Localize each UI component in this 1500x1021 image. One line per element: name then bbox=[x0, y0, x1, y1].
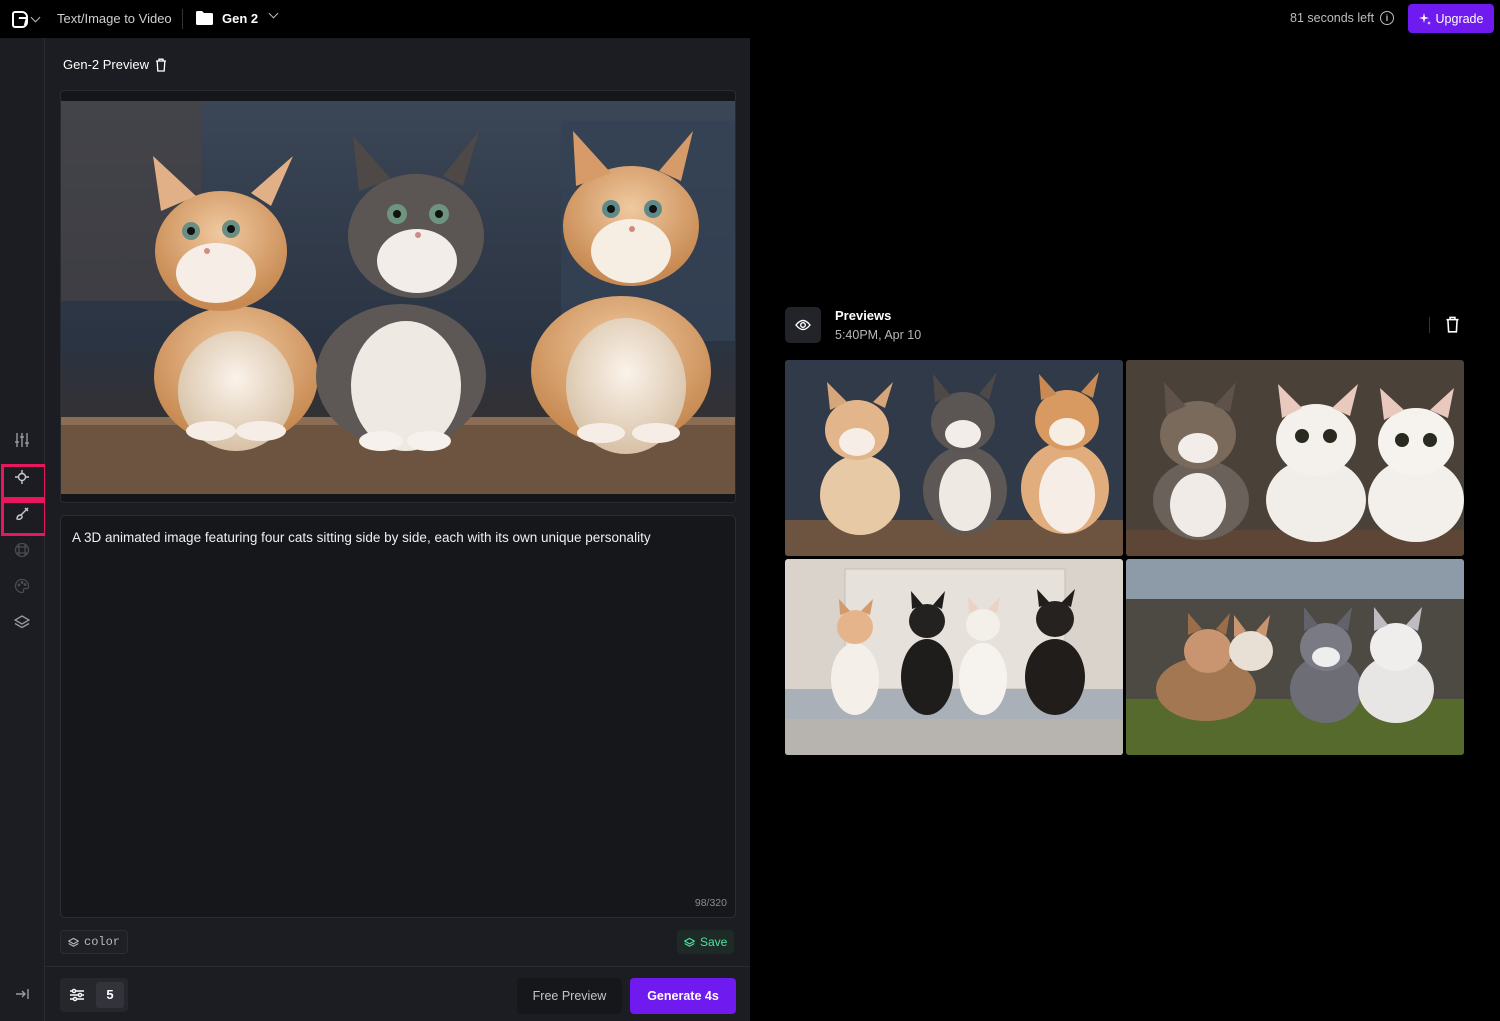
style-chip-label: color bbox=[84, 935, 121, 949]
top-bar: Text/Image to Video Gen 2 81 seconds lef… bbox=[0, 0, 1500, 38]
save-label: Save bbox=[700, 935, 728, 949]
trash-icon[interactable] bbox=[155, 58, 167, 72]
preview-thumbnail-4[interactable] bbox=[1126, 559, 1464, 755]
layers-icon bbox=[684, 937, 695, 947]
tool-sidebar bbox=[0, 38, 47, 1021]
layers-icon bbox=[68, 937, 79, 947]
previews-title: Previews bbox=[835, 308, 892, 323]
layers-icon[interactable] bbox=[13, 613, 31, 631]
save-style-button[interactable]: Save bbox=[677, 930, 735, 954]
preview-thumbnail-1[interactable] bbox=[785, 360, 1123, 556]
upgrade-label: Upgrade bbox=[1435, 11, 1484, 26]
settings-sliders-icon bbox=[70, 988, 84, 1002]
breadcrumb-tool[interactable]: Text/Image to Video bbox=[57, 11, 172, 26]
time-left-label: 81 seconds left bbox=[1290, 11, 1375, 25]
camera-motion-icon[interactable] bbox=[13, 468, 31, 486]
runway-logo-icon bbox=[12, 10, 28, 28]
style-chip-color[interactable]: color bbox=[60, 930, 129, 954]
motion-brush-icon[interactable] bbox=[13, 505, 31, 523]
folder-icon bbox=[196, 11, 213, 25]
previews-eye-button[interactable] bbox=[785, 307, 821, 343]
info-icon[interactable]: i bbox=[1380, 11, 1394, 25]
character-count: 98/320 bbox=[694, 897, 727, 909]
preview-thumbnail-2[interactable] bbox=[1126, 360, 1464, 556]
image-preview-frame bbox=[60, 90, 736, 503]
sparkle-icon bbox=[1418, 12, 1431, 25]
breadcrumb-project[interactable]: Gen 2 bbox=[222, 11, 258, 26]
preview-image-4 bbox=[1126, 559, 1464, 755]
preview-thumbnail-3[interactable] bbox=[785, 559, 1123, 755]
trash-icon[interactable] bbox=[1444, 316, 1461, 333]
runway-logo-menu[interactable] bbox=[12, 9, 44, 29]
preview-count-badge: 5 bbox=[96, 982, 124, 1008]
cats-preview-image bbox=[61, 101, 735, 494]
preview-image-2 bbox=[1126, 360, 1464, 556]
panel-divider bbox=[45, 966, 750, 967]
panel-title-text: Gen-2 Preview bbox=[63, 57, 149, 72]
free-preview-button[interactable]: Free Preview bbox=[517, 978, 622, 1014]
previews-divider bbox=[1429, 317, 1430, 333]
upgrade-button[interactable]: Upgrade bbox=[1408, 4, 1494, 33]
palette-icon[interactable] bbox=[13, 577, 31, 595]
breadcrumb-divider bbox=[182, 9, 183, 29]
preview-image-1 bbox=[785, 360, 1123, 556]
preview-image-3 bbox=[785, 559, 1123, 755]
preview-settings-button[interactable]: 5 bbox=[60, 978, 128, 1012]
chevron-down-icon bbox=[30, 12, 41, 22]
generate-button[interactable]: Generate 4s bbox=[630, 978, 736, 1014]
prompt-textarea[interactable]: A 3D animated image featuring four cats … bbox=[60, 515, 736, 918]
generation-panel: Gen-2 Preview A 3D animated image featur… bbox=[45, 38, 750, 1021]
previews-date: 5:40PM, Apr 10 bbox=[835, 328, 922, 342]
eye-icon bbox=[795, 319, 811, 331]
grid-icon[interactable] bbox=[13, 541, 31, 559]
panel-title: Gen-2 Preview bbox=[63, 57, 167, 72]
prompt-text: A 3D animated image featuring four cats … bbox=[72, 530, 651, 545]
expand-sidebar-icon[interactable] bbox=[13, 985, 31, 1003]
sliders-icon[interactable] bbox=[13, 431, 31, 449]
project-chevron-down-icon[interactable] bbox=[268, 8, 279, 19]
